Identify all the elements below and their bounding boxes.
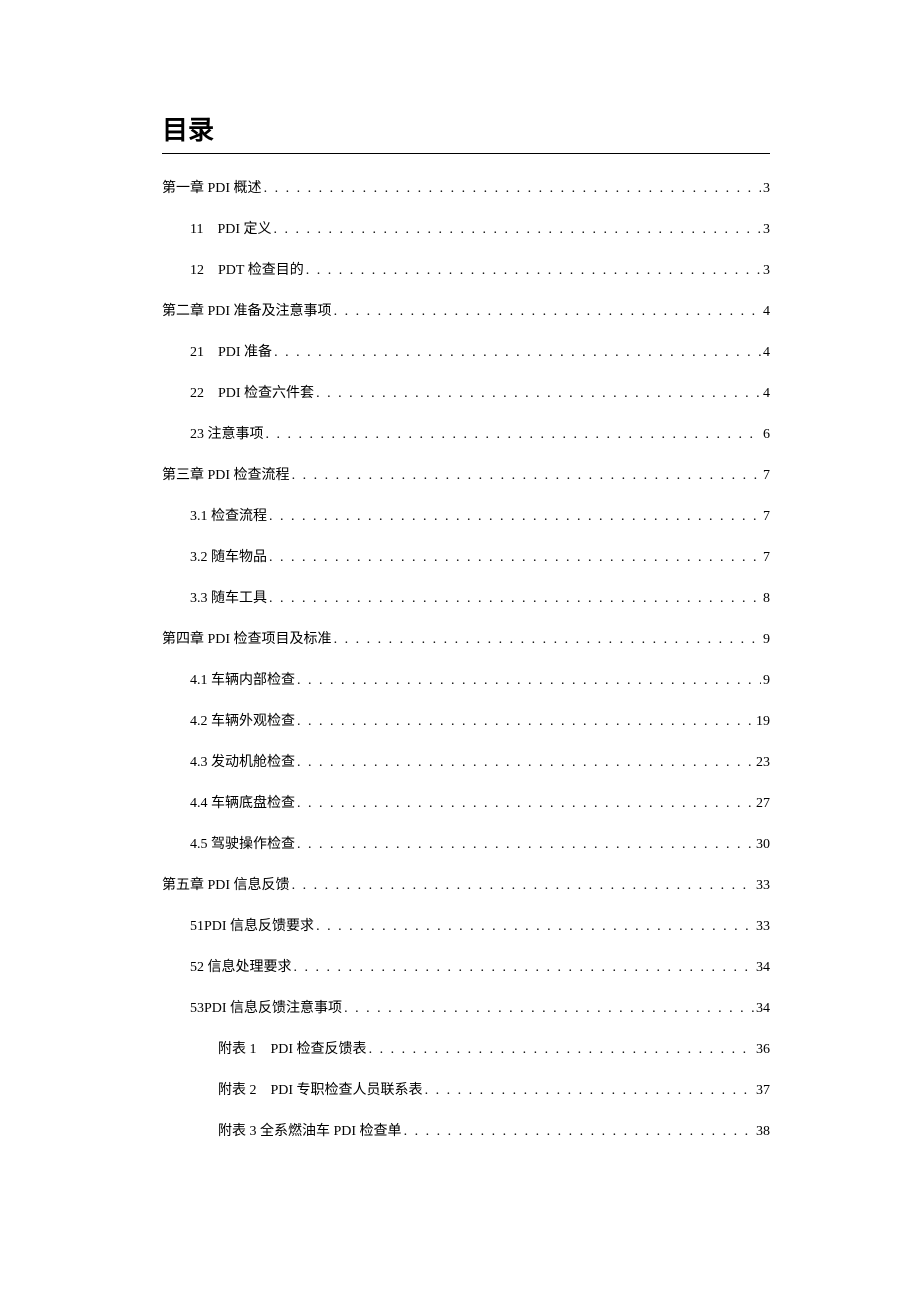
toc-entry: 23 注意事项 6	[162, 428, 770, 442]
toc-entry-label: 3.1 检查流程	[190, 510, 267, 524]
toc-leader-dots	[274, 346, 761, 360]
toc-entry: 21 PDI 准备 4	[162, 346, 770, 360]
toc-entry-page: 3	[763, 223, 770, 237]
toc-entry-label: 3.3 随车工具	[190, 592, 267, 606]
toc-leader-dots	[297, 715, 754, 729]
toc-entry: 第一章 PDI 概述 3	[162, 182, 770, 196]
toc-entry-page: 34	[756, 1002, 770, 1016]
toc-entry-page: 6	[763, 428, 770, 442]
toc-entry-page: 4	[763, 305, 770, 319]
toc-entry: 4.2 车辆外观检查 19	[162, 715, 770, 729]
toc-entry-label: 53PDI 信息反馈注意事项	[190, 1002, 342, 1016]
toc-entry: 附表 2 PDI 专职检查人员联系表 37	[162, 1084, 770, 1098]
toc-entry: 第四章 PDI 检查项目及标准 9	[162, 633, 770, 647]
toc-leader-dots	[269, 551, 761, 565]
toc-entry: 51PDI 信息反馈要求 33	[162, 920, 770, 934]
toc-entry-label: 4.4 车辆底盘检查	[190, 797, 295, 811]
toc-entry-label: 4.3 发动机舱检查	[190, 756, 295, 770]
toc-entry-page: 36	[756, 1043, 770, 1057]
toc-entry: 附表 1 PDI 检查反馈表 36	[162, 1043, 770, 1057]
toc-entry-label: 第三章 PDI 检查流程	[162, 469, 290, 483]
toc-entry-label: 附表 1 PDI 检查反馈表	[218, 1043, 367, 1057]
toc-leader-dots	[292, 469, 761, 483]
toc-entry-label: 4.5 驾驶操作检查	[190, 838, 295, 852]
toc-title: 目录	[162, 110, 770, 154]
toc-leader-dots	[344, 1002, 754, 1016]
toc-leader-dots	[297, 797, 754, 811]
toc-leader-dots	[297, 838, 754, 852]
toc-entry-label: 11 PDI 定义	[190, 223, 272, 237]
toc-entry-page: 19	[756, 715, 770, 729]
toc-entry: 4.3 发动机舱检查 23	[162, 756, 770, 770]
toc-entry-page: 34	[756, 961, 770, 975]
toc-entry-page: 38	[756, 1125, 770, 1139]
toc-leader-dots	[425, 1084, 754, 1098]
toc-leader-dots	[269, 592, 761, 606]
toc-entry: 11 PDI 定义 3	[162, 223, 770, 237]
toc-entry-label: 51PDI 信息反馈要求	[190, 920, 314, 934]
toc-leader-dots	[334, 305, 761, 319]
toc-entry-page: 27	[756, 797, 770, 811]
toc-entry-page: 30	[756, 838, 770, 852]
toc-entry-page: 37	[756, 1084, 770, 1098]
toc-entry-page: 9	[763, 633, 770, 647]
toc-entry-label: 第一章 PDI 概述	[162, 182, 262, 196]
toc-entry-page: 7	[763, 551, 770, 565]
toc-entry-label: 52 信息处理要求	[190, 961, 292, 975]
toc-leader-dots	[316, 920, 754, 934]
toc-entry-label: 第四章 PDI 检查项目及标准	[162, 633, 332, 647]
toc-leader-dots	[404, 1125, 754, 1139]
toc-leader-dots	[306, 264, 761, 278]
toc-entry-page: 8	[763, 592, 770, 606]
toc-entry-page: 7	[763, 510, 770, 524]
toc-entry-page: 3	[763, 264, 770, 278]
toc-entry-label: 21 PDI 准备	[190, 346, 272, 360]
toc-entry: 4.4 车辆底盘检查 27	[162, 797, 770, 811]
toc-leader-dots	[297, 674, 761, 688]
toc-entry-page: 33	[756, 879, 770, 893]
toc-entry-label: 附表 3 全系燃油车 PDI 检查单	[218, 1125, 402, 1139]
toc-entry: 12 PDT 检查目的 3	[162, 264, 770, 278]
toc-leader-dots	[369, 1043, 754, 1057]
toc-entry: 53PDI 信息反馈注意事项 34	[162, 1002, 770, 1016]
toc-entry-page: 7	[763, 469, 770, 483]
toc-entry: 第三章 PDI 检查流程 7	[162, 469, 770, 483]
toc-entry-label: 第二章 PDI 准备及注意事项	[162, 305, 332, 319]
toc-entry-label: 3.2 随车物品	[190, 551, 267, 565]
toc-entry-label: 12 PDT 检查目的	[190, 264, 304, 278]
toc-entry: 22 PDI 检查六件套 4	[162, 387, 770, 401]
toc-leader-dots	[292, 879, 754, 893]
toc-entry-page: 3	[763, 182, 770, 196]
toc-leader-dots	[294, 961, 755, 975]
toc-entry: 附表 3 全系燃油车 PDI 检查单 38	[162, 1125, 770, 1139]
toc-entry-label: 4.1 车辆内部检查	[190, 674, 295, 688]
toc-entry-label: 附表 2 PDI 专职检查人员联系表	[218, 1084, 423, 1098]
toc-leader-dots	[316, 387, 761, 401]
toc-entry: 52 信息处理要求 34	[162, 961, 770, 975]
toc-entry: 第五章 PDI 信息反馈 33	[162, 879, 770, 893]
toc-entry-label: 4.2 车辆外观检查	[190, 715, 295, 729]
toc-entry-page: 9	[763, 674, 770, 688]
toc-entry: 第二章 PDI 准备及注意事项 4	[162, 305, 770, 319]
toc-list: 第一章 PDI 概述 3 11 PDI 定义 3 12 PDT 检查目的 3 第二章 PDI…	[162, 182, 770, 1139]
toc-entry: 4.1 车辆内部检查 9	[162, 674, 770, 688]
toc-leader-dots	[269, 510, 761, 524]
toc-entry: 3.1 检查流程 7	[162, 510, 770, 524]
toc-entry: 3.2 随车物品 7	[162, 551, 770, 565]
toc-entry-page: 23	[756, 756, 770, 770]
toc-entry-label: 22 PDI 检查六件套	[190, 387, 314, 401]
toc-entry: 3.3 随车工具 8	[162, 592, 770, 606]
toc-entry-page: 4	[763, 346, 770, 360]
toc-entry-label: 23 注意事项	[190, 428, 264, 442]
toc-leader-dots	[334, 633, 761, 647]
toc-leader-dots	[274, 223, 761, 237]
toc-entry: 4.5 驾驶操作检查 30	[162, 838, 770, 852]
toc-leader-dots	[266, 428, 762, 442]
toc-leader-dots	[297, 756, 754, 770]
toc-leader-dots	[264, 182, 761, 196]
toc-entry-page: 4	[763, 387, 770, 401]
toc-entry-label: 第五章 PDI 信息反馈	[162, 879, 290, 893]
toc-entry-page: 33	[756, 920, 770, 934]
